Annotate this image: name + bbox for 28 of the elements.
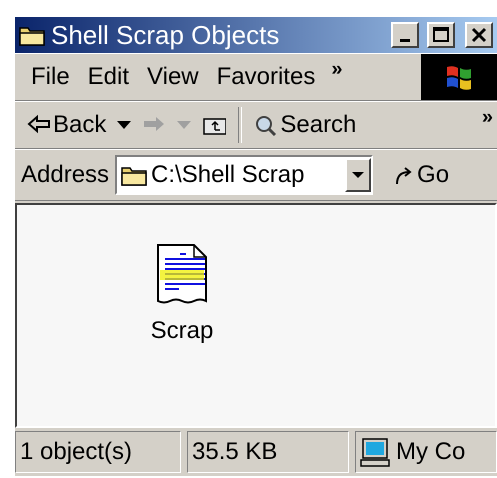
file-name-label[interactable]: Scrap	[148, 317, 216, 345]
dropdown-button[interactable]	[345, 158, 372, 192]
caret-icon	[352, 171, 364, 179]
document-icon[interactable]	[156, 243, 208, 305]
search-icon	[254, 114, 278, 136]
address-field[interactable]: C:\Shell Scrap	[115, 155, 374, 195]
menu-item[interactable]: View	[141, 63, 211, 91]
menu-overflow-chevron[interactable]: »	[327, 58, 346, 81]
minimize-button[interactable]	[391, 22, 419, 48]
menu-item[interactable]: Edit	[82, 63, 142, 91]
computer-icon	[360, 437, 390, 467]
menu-item[interactable]: File	[25, 63, 82, 91]
minimize-icon	[400, 38, 410, 42]
toolbar-overflow-chevron[interactable]: »	[478, 106, 497, 129]
maximize-button[interactable]	[427, 22, 455, 48]
window-title: Shell Scrap Objects	[51, 20, 280, 50]
search-button[interactable]: Search	[250, 111, 360, 139]
maximize-icon	[432, 26, 450, 44]
status-text: My Co	[396, 438, 466, 466]
close-icon	[470, 26, 488, 44]
address-label: Address	[21, 161, 110, 189]
go-button[interactable]: Go	[393, 161, 450, 189]
back-button[interactable]: Back	[23, 111, 110, 139]
status-text: 1 object(s)	[20, 438, 132, 466]
status-text: 35.5 KB	[192, 438, 278, 466]
back-arrow-icon	[27, 114, 51, 136]
menu-item[interactable]: Favorites	[210, 63, 328, 91]
close-button[interactable]	[465, 22, 493, 48]
